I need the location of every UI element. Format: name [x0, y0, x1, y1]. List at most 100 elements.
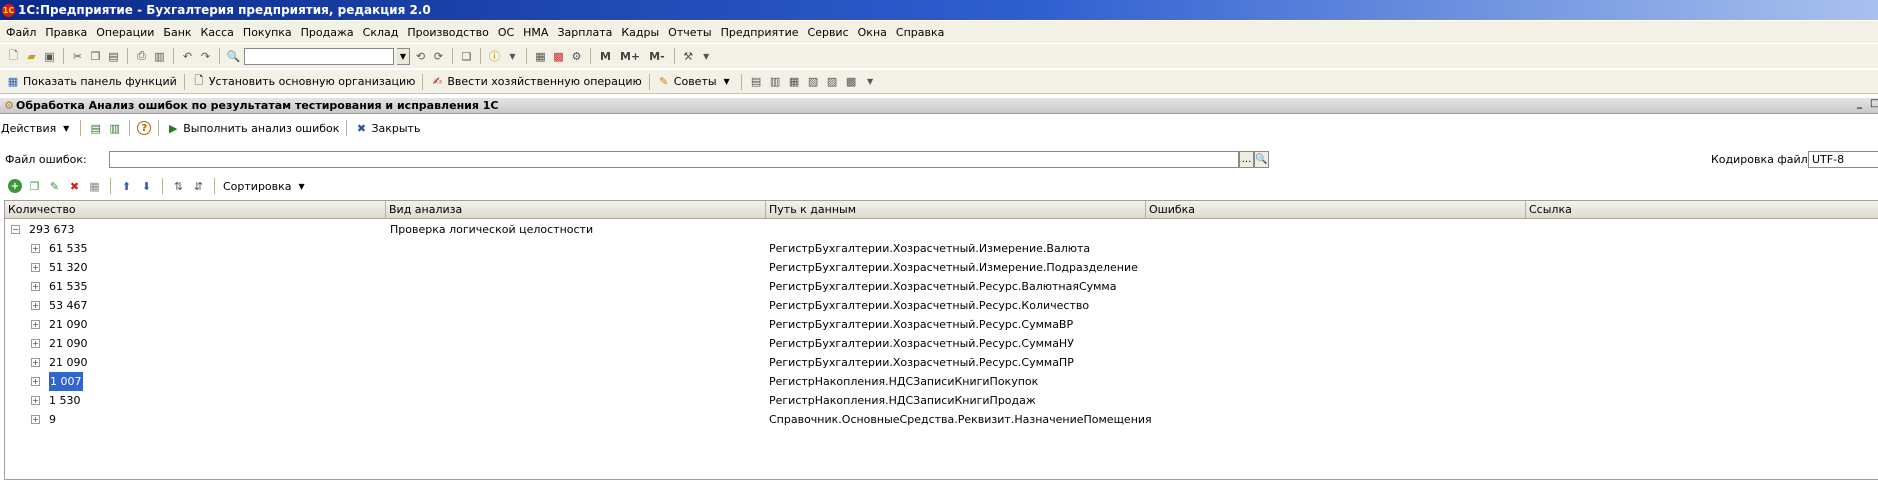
- cell-data-path[interactable]: РегистрНакопления.НДСЗаписиКнигиПродаж: [769, 391, 1036, 410]
- column-header-error[interactable]: Ошибка: [1146, 201, 1526, 219]
- menu-item-10[interactable]: НМА: [523, 26, 548, 39]
- sort-ascending-icon[interactable]: ⇅: [171, 179, 186, 194]
- sort-menu-button[interactable]: Сортировка ▼: [223, 179, 309, 193]
- report-icon[interactable]: ▨: [825, 74, 840, 89]
- table-row[interactable]: +1 007 РегистрНакопления.НДСЗаписиКнигиПо…: [5, 372, 1878, 391]
- help-icon[interactable]: ?: [137, 121, 152, 135]
- menu-item-6[interactable]: Продажа: [301, 26, 354, 39]
- menu-item-0[interactable]: Файл: [6, 26, 36, 39]
- print-preview-icon[interactable]: ▥: [152, 49, 167, 64]
- expand-icon[interactable]: +: [31, 320, 40, 329]
- menu-item-3[interactable]: Банк: [163, 26, 191, 39]
- report-icon[interactable]: ▧: [806, 74, 821, 89]
- cell-quantity[interactable]: 61 535: [49, 277, 88, 296]
- chevron-down-icon[interactable]: ▼: [505, 49, 520, 64]
- move-up-icon[interactable]: ⬆: [119, 179, 134, 194]
- memory-plus-button[interactable]: M+: [620, 50, 640, 63]
- run-analysis-button[interactable]: ▶ Выполнить анализ ошибок: [166, 121, 339, 135]
- tips-button[interactable]: ✎ Советы ▼: [657, 75, 734, 89]
- expand-icon[interactable]: +: [31, 244, 40, 253]
- cell-quantity[interactable]: 1 530: [49, 391, 81, 410]
- table-row[interactable]: +51 320 РегистрБухгалтерии.Хозрасчетный.И…: [5, 258, 1878, 277]
- expand-icon[interactable]: +: [31, 358, 40, 367]
- maximize-icon[interactable]: □: [1870, 98, 1878, 109]
- menu-item-13[interactable]: Отчеты: [668, 26, 711, 39]
- cut-icon[interactable]: ✂: [70, 49, 85, 64]
- cell-data-path[interactable]: РегистрБухгалтерии.Хозрасчетный.Ресурс.К…: [769, 296, 1089, 315]
- search-combo-input[interactable]: [244, 47, 394, 65]
- cell-data-path[interactable]: РегистрНакопления.НДСЗаписиКнигиПокупок: [769, 372, 1038, 391]
- menu-item-15[interactable]: Сервис: [808, 26, 849, 39]
- cell-quantity[interactable]: 1 007: [49, 372, 83, 391]
- paste-icon[interactable]: ▤: [106, 49, 121, 64]
- new-document-icon[interactable]: 🗋: [6, 49, 21, 64]
- restore-settings-icon[interactable]: ▥: [107, 121, 122, 136]
- column-header-quantity[interactable]: Количество: [5, 201, 386, 219]
- minimize-icon[interactable]: _: [1857, 98, 1862, 109]
- edit-icon[interactable]: ✎: [47, 179, 62, 194]
- set-org-button[interactable]: 🗋 Установить основную организацию: [192, 74, 415, 89]
- add-icon[interactable]: +: [8, 179, 22, 193]
- chevron-down-icon[interactable]: ▼: [863, 74, 878, 89]
- menu-item-2[interactable]: Операции: [96, 26, 154, 39]
- cell-data-path[interactable]: РегистрБухгалтерии.Хозрасчетный.Ресурс.В…: [769, 277, 1116, 296]
- cell-data-path[interactable]: РегистрБухгалтерии.Хозрасчетный.Измерени…: [769, 239, 1090, 258]
- browse-button[interactable]: ...: [1239, 151, 1254, 168]
- table-row[interactable]: +53 467 РегистрБухгалтерии.Хозрасчетный.Р…: [5, 296, 1878, 315]
- windows-icon[interactable]: ❏: [459, 49, 474, 64]
- close-button[interactable]: ✖ Закрыть: [354, 121, 421, 135]
- cell-quantity[interactable]: 61 535: [49, 239, 88, 258]
- menu-item-12[interactable]: Кадры: [621, 26, 659, 39]
- table-row[interactable]: +61 535 РегистрБухгалтерии.Хозрасчетный.Р…: [5, 277, 1878, 296]
- cell-quantity[interactable]: 293 673: [29, 220, 75, 239]
- open-folder-icon[interactable]: ▰: [24, 49, 39, 64]
- menu-item-16[interactable]: Окна: [858, 26, 887, 39]
- cell-quantity[interactable]: 21 090: [49, 315, 88, 334]
- expand-icon[interactable]: +: [31, 301, 40, 310]
- cell-data-path[interactable]: РегистрБухгалтерии.Хозрасчетный.Измерени…: [769, 258, 1138, 277]
- cell-quantity[interactable]: 21 090: [49, 334, 88, 353]
- search-combo-dropdown-icon[interactable]: ▼: [397, 47, 410, 65]
- report-icon[interactable]: ▦: [787, 74, 802, 89]
- tools-icon[interactable]: ⚒: [681, 49, 696, 64]
- print-icon[interactable]: ⎙: [134, 49, 149, 64]
- expand-icon[interactable]: +: [31, 396, 40, 405]
- column-header-link[interactable]: Ссылка: [1526, 201, 1878, 219]
- cell-data-path[interactable]: РегистрБухгалтерии.Хозрасчетный.Ресурс.С…: [769, 353, 1074, 372]
- show-panel-button[interactable]: ▦ Показать панель функций: [6, 75, 177, 89]
- end-edit-icon[interactable]: ▦: [87, 179, 102, 194]
- cell-data-path[interactable]: Справочник.ОсновныеСредства.Реквизит.Наз…: [769, 410, 1152, 429]
- table-row[interactable]: +21 090 РегистрБухгалтерии.Хозрасчетный.Р…: [5, 334, 1878, 353]
- memory-minus-button[interactable]: M-: [649, 50, 665, 63]
- chevron-down-icon[interactable]: ▼: [699, 49, 714, 64]
- table-row[interactable]: +21 090 РегистрБухгалтерии.Хозрасчетный.Р…: [5, 315, 1878, 334]
- save-icon[interactable]: ▣: [42, 49, 57, 64]
- undo-icon[interactable]: ↶: [180, 49, 195, 64]
- menu-item-14[interactable]: Предприятие: [721, 26, 799, 39]
- table-row[interactable]: +1 530 РегистрНакопления.НДСЗаписиКнигиПр…: [5, 391, 1878, 410]
- sort-descending-icon[interactable]: ⇵: [191, 179, 206, 194]
- file-input[interactable]: [109, 151, 1239, 168]
- move-down-icon[interactable]: ⬇: [139, 179, 154, 194]
- save-settings-icon[interactable]: ▤: [88, 121, 103, 136]
- table-row[interactable]: +21 090 РегистрБухгалтерии.Хозрасчетный.Р…: [5, 353, 1878, 372]
- menu-item-9[interactable]: ОС: [498, 26, 514, 39]
- menu-item-5[interactable]: Покупка: [243, 26, 292, 39]
- redo-icon[interactable]: ↷: [198, 49, 213, 64]
- delete-icon[interactable]: ✖: [67, 179, 82, 194]
- table-row[interactable]: +9 Справочник.ОсновныеСредства.Реквизит.Н…: [5, 410, 1878, 429]
- search-icon[interactable]: 🔍: [1254, 151, 1269, 168]
- column-header-analysis-kind[interactable]: Вид анализа: [386, 201, 766, 219]
- actions-menu-button[interactable]: Действия ▼: [1, 121, 73, 135]
- enter-operation-button[interactable]: ✍ Ввести хозяйственную операцию: [430, 75, 642, 89]
- expand-icon[interactable]: +: [31, 263, 40, 272]
- cell-quantity[interactable]: 53 467: [49, 296, 88, 315]
- column-header-data-path[interactable]: Путь к данным: [766, 201, 1146, 219]
- copy-row-icon[interactable]: ❐: [27, 179, 42, 194]
- menu-item-17[interactable]: Справка: [896, 26, 944, 39]
- find-prev-icon[interactable]: ⟳: [431, 49, 446, 64]
- expand-icon[interactable]: +: [31, 415, 40, 424]
- copy-icon[interactable]: ❐: [88, 49, 103, 64]
- encoding-input[interactable]: UTF-8: [1808, 151, 1878, 168]
- search-icon[interactable]: 🔍: [226, 49, 241, 64]
